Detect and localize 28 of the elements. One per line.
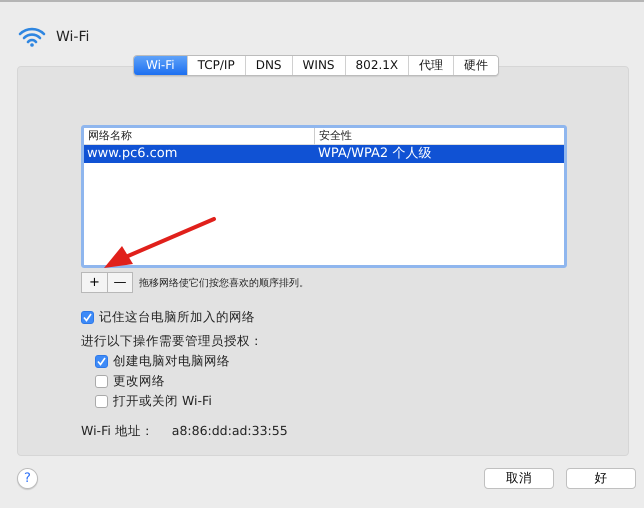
checkbox[interactable] xyxy=(95,394,108,408)
remove-button[interactable]: — xyxy=(107,273,132,292)
tab[interactable]: DNS xyxy=(244,56,292,75)
checkbox-label: 记住这台电脑所加入的网络 xyxy=(99,308,255,326)
ok-button[interactable]: 好 xyxy=(566,468,636,489)
checkbox[interactable] xyxy=(95,354,108,368)
wifi-icon xyxy=(18,27,46,47)
table-cell-text: WPA/WPA2 个人级 xyxy=(317,145,432,163)
cancel-button[interactable]: 取消 xyxy=(484,468,554,489)
hint-text: 拖移网络使它们按您喜欢的顺序排列。 xyxy=(139,276,309,290)
address-label: Wi-Fi 地址： xyxy=(81,423,154,440)
address-value: a8:86:dd:ad:33:55 xyxy=(172,423,288,440)
table-row[interactable]: www.pc6.com WPA/WPA2 个人级 xyxy=(84,145,564,163)
tab[interactable]: 硬件 xyxy=(453,56,498,75)
checkbox[interactable] xyxy=(81,310,94,324)
table-cell-text: www.pc6.com xyxy=(86,145,178,163)
checkbox[interactable] xyxy=(95,374,108,388)
tab[interactable]: 802.1X xyxy=(344,56,408,75)
help-button[interactable]: ? xyxy=(17,468,38,489)
add-button[interactable]: + xyxy=(82,273,107,292)
checkbox-label: 创建电脑对电脑网络 xyxy=(113,352,230,370)
window-title: Wi-Fi xyxy=(56,29,90,45)
tab[interactable]: TCP/IP xyxy=(186,56,245,75)
tab[interactable]: 代理 xyxy=(408,56,454,75)
checkbox-label: 更改网络 xyxy=(113,372,165,390)
checkbox-label: 打开或关闭 Wi-Fi xyxy=(113,392,212,410)
section-heading: 进行以下操作需要管理员授权： xyxy=(81,332,264,350)
tab[interactable]: WINS xyxy=(292,56,345,75)
